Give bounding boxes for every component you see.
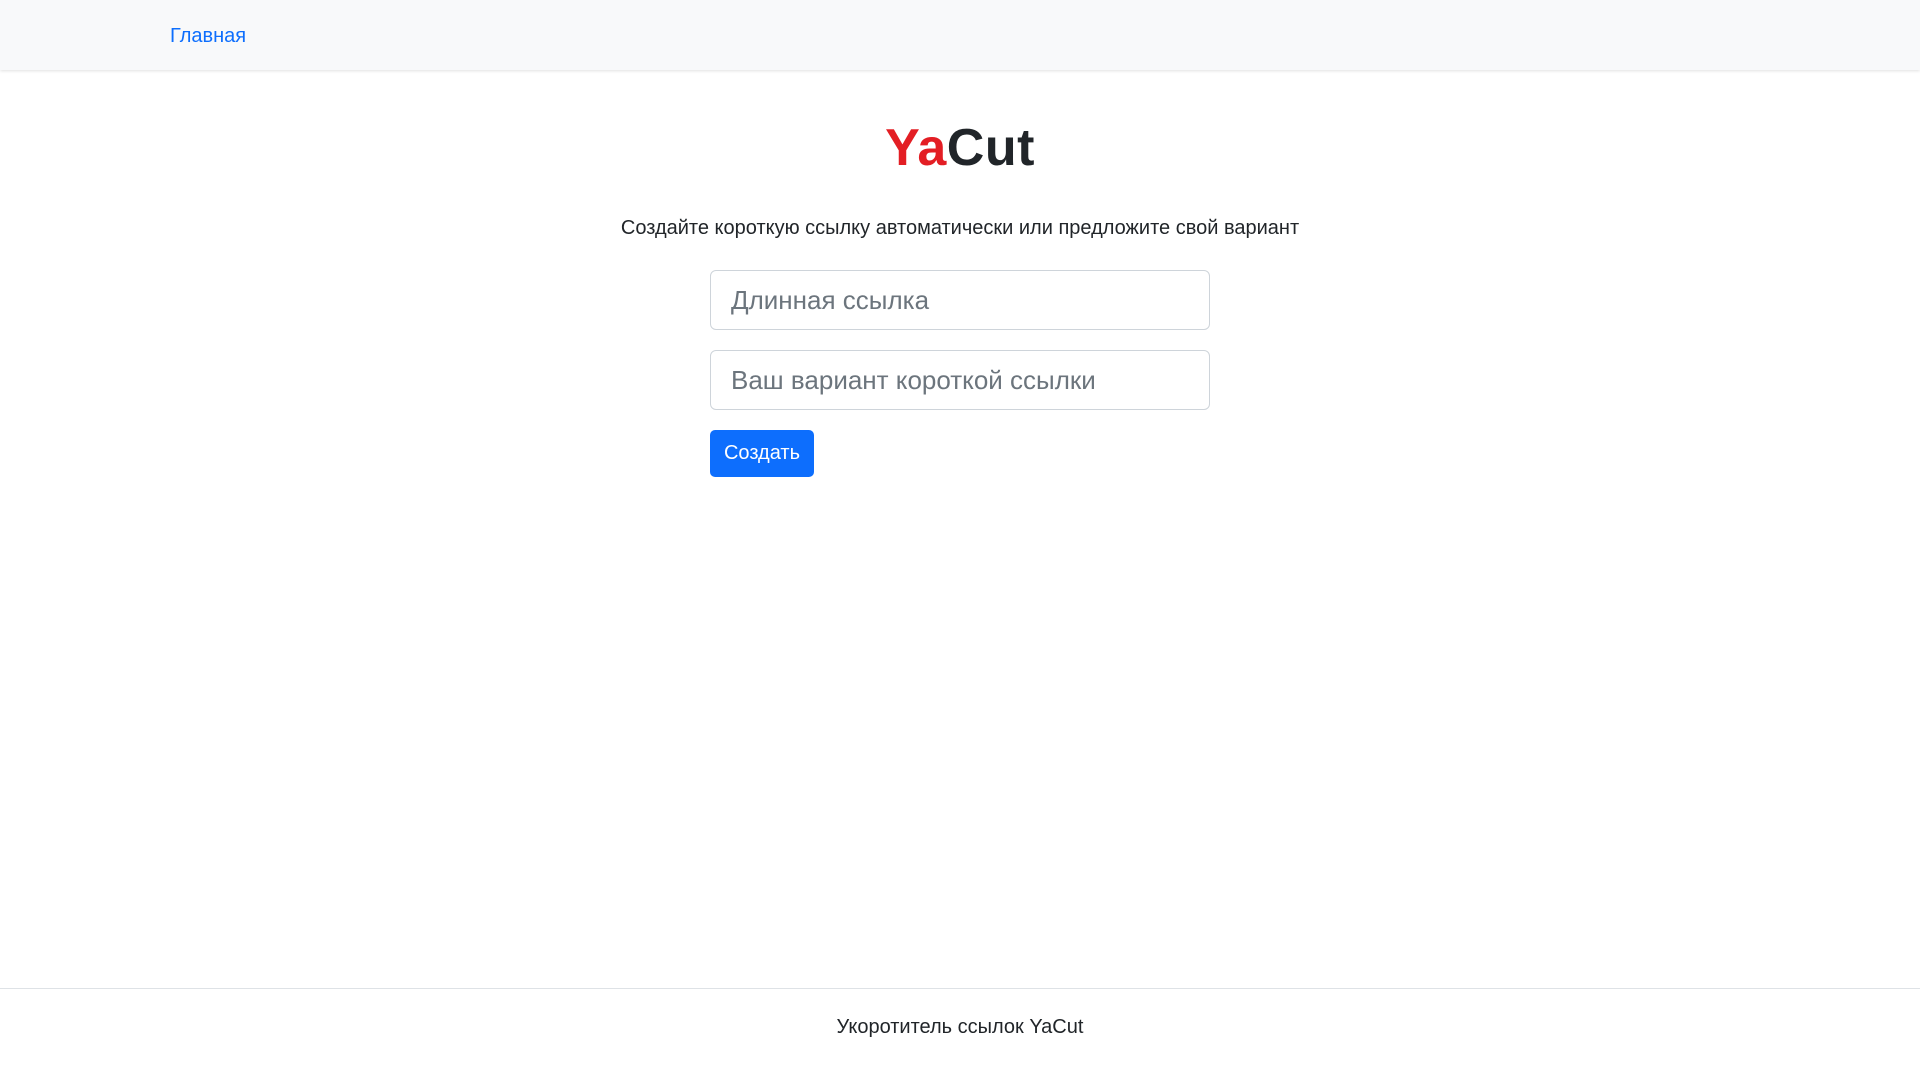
brand-part-ya: Ya <box>885 119 947 177</box>
create-button[interactable]: Создать <box>710 430 814 477</box>
footer: Укоротитель ссылок YaCut <box>0 988 1920 1080</box>
footer-text: Укоротитель ссылок YaCut <box>836 1016 1084 1038</box>
nav-home-link[interactable]: Главная <box>170 22 246 50</box>
navbar: Главная <box>0 0 1920 70</box>
brand-title: YaCut <box>0 122 1920 174</box>
custom-short-id-input[interactable] <box>710 350 1210 410</box>
shorten-form: Создать <box>710 270 1210 477</box>
page-subtitle: Создайте короткую ссылку автоматически и… <box>620 217 1300 239</box>
main-content: YaCut Создайте короткую ссылку автоматич… <box>0 70 1920 988</box>
long-url-input[interactable] <box>710 270 1210 330</box>
brand-part-cut: Cut <box>946 119 1035 177</box>
